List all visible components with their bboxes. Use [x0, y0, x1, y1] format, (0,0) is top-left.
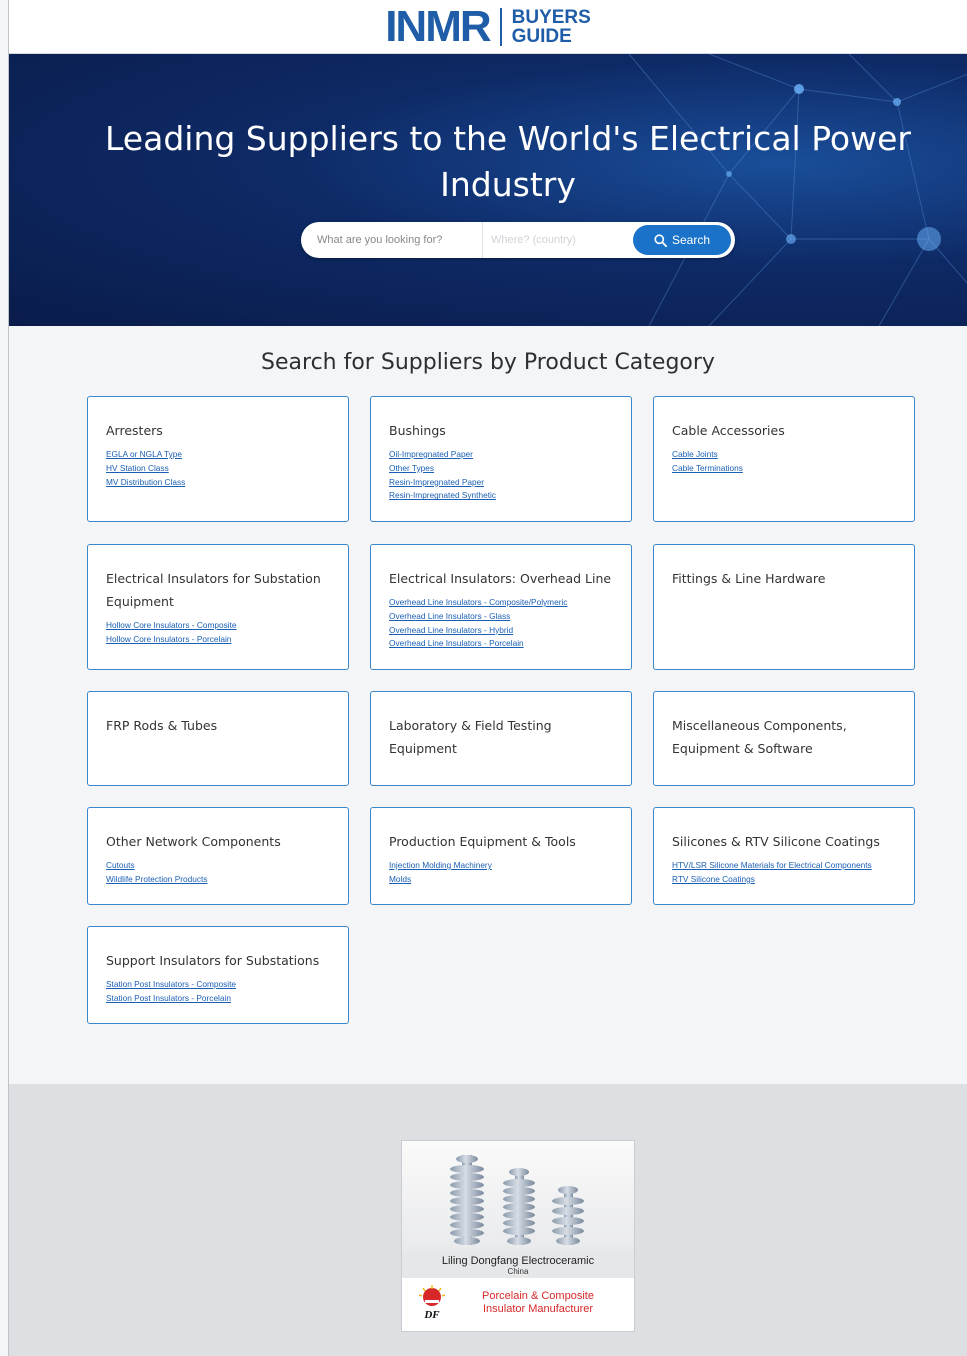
category-card-testing-equipment: Laboratory & Field Testing Equipment — [370, 691, 632, 786]
hero-title: Leading Suppliers to the World's Electri… — [105, 119, 911, 204]
logo-wordmark: INMR — [385, 1, 491, 51]
section-title: Search for Suppliers by Product Category — [261, 350, 715, 375]
svg-text:DF: DF — [423, 1309, 440, 1321]
category-title[interactable]: Support Insulators for Substations — [106, 949, 330, 972]
category-title[interactable]: Electrical Insulators for Substation Equ… — [106, 567, 330, 613]
category-title[interactable]: Fittings & Line Hardware — [672, 567, 896, 590]
category-card-support-insulators: Support Insulators for Substations Stati… — [87, 926, 349, 1024]
category-card-fittings: Fittings & Line Hardware — [653, 544, 915, 670]
category-card-frp-rods: FRP Rods & Tubes — [87, 691, 349, 786]
logo-sub-line-1: BUYERS — [511, 6, 591, 28]
category-card-substation-insulators: Electrical Insulators for Substation Equ… — [87, 544, 349, 670]
category-link[interactable]: Station Post Insulators - Composite — [106, 978, 330, 992]
category-link[interactable]: Hollow Core Insulators - Porcelain — [106, 633, 330, 647]
category-title[interactable]: Other Network Components — [106, 830, 330, 853]
category-card-silicones: Silicones & RTV Silicone Coatings HTV/LS… — [653, 807, 915, 905]
category-link[interactable]: Oil-Impregnated Paper — [389, 448, 613, 462]
category-title[interactable]: Silicones & RTV Silicone Coatings — [672, 830, 896, 853]
category-link[interactable]: Overhead Line Insulators - Hybrid — [389, 624, 613, 638]
page: INMR BUYERS GUIDE Leading Suppliers to t… — [8, 0, 967, 1356]
category-link[interactable]: Hollow Core Insulators - Composite — [106, 619, 330, 633]
category-link[interactable]: Cable Joints — [672, 448, 896, 462]
search-button-label: Search — [671, 233, 711, 247]
category-title[interactable]: Miscellaneous Components, Equipment & So… — [672, 714, 896, 760]
category-card-production-equipment: Production Equipment & Tools Injection M… — [370, 807, 632, 905]
sponsor-tagline-line-2: Insulator Manufacturer — [482, 1303, 594, 1315]
sponsor-company-name: Liling Dongfang Electroceramic — [441, 1255, 595, 1267]
search-what-input[interactable] — [301, 222, 483, 258]
category-card-network-components: Other Network Components Cutouts Wildlif… — [87, 807, 349, 905]
category-title[interactable]: Electrical Insulators: Overhead Line — [389, 567, 613, 590]
category-link[interactable]: Cutouts — [106, 859, 330, 873]
category-title[interactable]: FRP Rods & Tubes — [106, 714, 330, 737]
logo-subtitle: BUYERS GUIDE — [512, 8, 591, 46]
category-link[interactable]: RTV Silicone Coatings — [672, 873, 896, 887]
site-header: INMR BUYERS GUIDE — [9, 0, 967, 54]
category-card-bushings: Bushings Oil-Impregnated Paper Other Typ… — [370, 396, 632, 522]
logo-sub-line-2: GUIDE — [511, 25, 572, 47]
footer-ad-area: Liling Dongfang Electroceramic China DF — [9, 1084, 967, 1356]
search-where-input[interactable] — [483, 222, 631, 258]
category-link[interactable]: Overhead Line Insulators - Composite/Pol… — [389, 596, 613, 610]
search-button[interactable]: Search — [633, 225, 731, 255]
category-link[interactable]: Injection Molding Machinery — [389, 859, 613, 873]
sponsor-tagline: Porcelain & Composite Insulator Manufact… — [452, 1290, 624, 1316]
category-card-arresters: Arresters EGLA or NGLA Type HV Station C… — [87, 396, 349, 522]
category-link[interactable]: HV Station Class — [106, 462, 330, 476]
category-title[interactable]: Laboratory & Field Testing Equipment — [389, 714, 613, 760]
category-link[interactable]: Overhead Line Insulators - Glass — [389, 610, 613, 624]
hero-banner: Leading Suppliers to the World's Electri… — [9, 54, 967, 326]
category-link[interactable]: Wildlife Protection Products — [106, 873, 330, 887]
category-link[interactable]: Resin-Impregnated Paper — [389, 476, 613, 490]
sponsor-ad[interactable]: Liling Dongfang Electroceramic China DF — [401, 1140, 635, 1332]
category-link[interactable]: EGLA or NGLA Type — [106, 448, 330, 462]
category-link[interactable]: Overhead Line Insulators - Porcelain — [389, 637, 613, 651]
inmr-logo[interactable]: INMR BUYERS GUIDE — [385, 1, 591, 51]
category-link[interactable]: HTV/LSR Silicone Materials for Electrica… — [672, 859, 896, 873]
sponsor-ad-bottom: DF Porcelain & Composite Insulator Manuf… — [402, 1278, 634, 1328]
category-title[interactable]: Production Equipment & Tools — [389, 830, 613, 853]
sponsor-tagline-line-1: Porcelain & Composite — [482, 1290, 594, 1302]
sponsor-name-block: Liling Dongfang Electroceramic China — [402, 1251, 634, 1278]
insulators-illustration — [450, 1155, 584, 1245]
search-bar: Search — [301, 222, 735, 258]
logo-divider — [499, 7, 502, 46]
category-link[interactable]: Station Post Insulators - Porcelain — [106, 992, 330, 1006]
category-link[interactable]: Cable Terminations — [672, 462, 896, 476]
category-title[interactable]: Cable Accessories — [672, 419, 896, 442]
sponsor-logo-icon: DF — [412, 1283, 452, 1323]
category-link[interactable]: MV Distribution Class — [106, 476, 330, 490]
category-link[interactable]: Resin-Impregnated Synthetic — [389, 489, 613, 503]
category-link[interactable]: Other Types — [389, 462, 613, 476]
category-card-cable-accessories: Cable Accessories Cable Joints Cable Ter… — [653, 396, 915, 522]
category-card-overhead-line-insulators: Electrical Insulators: Overhead Line Ove… — [370, 544, 632, 670]
category-card-miscellaneous: Miscellaneous Components, Equipment & So… — [653, 691, 915, 786]
category-title[interactable]: Bushings — [389, 419, 613, 442]
search-icon — [654, 233, 667, 247]
sponsor-country: China — [507, 1267, 529, 1276]
category-title[interactable]: Arresters — [106, 419, 330, 442]
insulator-product-image — [402, 1141, 634, 1251]
category-link[interactable]: Molds — [389, 873, 613, 887]
